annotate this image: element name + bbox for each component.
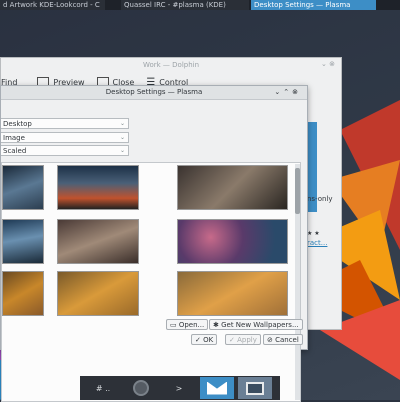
terminal-icon: # .. <box>95 383 111 393</box>
wallpaper-thumb-leaf-3[interactable] <box>177 271 288 316</box>
mail-icon <box>207 381 227 395</box>
dialog-titlebar: Desktop Settings — Plasma ⌄⌃⊗ <box>1 86 307 100</box>
chevron-down-icon[interactable]: ⌄ <box>321 60 327 68</box>
cancel-icon: ⊘ <box>267 336 276 344</box>
close-icon[interactable]: ⊗ <box>329 60 335 68</box>
ok-button[interactable]: ✓ OK <box>191 334 218 345</box>
cancel-label: Cancel <box>275 336 299 344</box>
panel-item-window[interactable] <box>238 377 272 399</box>
task-quassel[interactable]: Quassel IRC - #plasma (KDE) <box>121 0 249 10</box>
top-taskbar: d Artwork KDE-Lookcord - C Quassel IRC -… <box>0 0 400 10</box>
get-new-label: Get New Wallpapers... <box>221 321 299 329</box>
chevron-down-icon: ⌄ <box>119 147 125 154</box>
wallpaper-grid <box>1 162 301 402</box>
prompt-icon: > <box>175 383 183 393</box>
open-button[interactable]: ▭ Open... <box>166 319 209 330</box>
scrollbar-handle[interactable] <box>295 168 300 214</box>
panel-item-disc[interactable] <box>124 377 158 399</box>
dialog-title: Desktop Settings — Plasma <box>105 88 203 96</box>
chevron-down-icon: ⌄ <box>119 134 125 141</box>
wallpaper-thumb-cups[interactable] <box>177 219 288 264</box>
wallpaper-thumb-city-night[interactable] <box>57 165 139 210</box>
ok-label: OK <box>203 336 214 344</box>
dolphin-rating-stars: ★ ★ <box>307 230 320 237</box>
wallpaper-thumb-city-2[interactable] <box>2 219 44 264</box>
wallpaper-thumb-buildings-up[interactable] <box>177 165 288 210</box>
positioning-combo[interactable]: Scaled ⌄ <box>1 145 129 156</box>
layout-combo-value: Desktop <box>3 120 32 128</box>
wallpaper-type-combo[interactable]: Image ⌄ <box>1 132 129 143</box>
close-icon[interactable]: ⊗ <box>292 88 301 96</box>
chevron-down-icon: ⌄ <box>119 120 125 127</box>
wallpaper-scrollbar[interactable] <box>295 164 300 400</box>
wallpaper-thumb-leaf-1[interactable] <box>2 271 44 316</box>
disc-icon <box>133 380 149 396</box>
chevron-up-icon[interactable]: ⌃ <box>283 88 292 96</box>
panel-item-konsole[interactable]: > <box>162 377 196 399</box>
get-new-wallpapers-button[interactable]: ✱ Get New Wallpapers... <box>209 319 303 330</box>
bottom-panel: # .. > <box>80 376 280 400</box>
dolphin-window-buttons[interactable]: ⌄ ⊗ <box>321 60 335 68</box>
folder-icon: ▭ <box>170 321 179 329</box>
check-icon: ✓ <box>195 336 204 344</box>
dialog-window-buttons[interactable]: ⌄⌃⊗ <box>274 86 301 99</box>
desktop-settings-dialog: Desktop Settings — Plasma ⌄⌃⊗ Desktop ⌄ … <box>0 85 308 402</box>
wallpaper-thumb-city-1[interactable] <box>2 165 44 210</box>
window-icon <box>246 381 264 395</box>
cancel-button[interactable]: ⊘ Cancel <box>263 334 303 345</box>
dolphin-side-link[interactable]: ract... <box>307 239 341 247</box>
apply-label: Apply <box>237 336 257 344</box>
panel-item-mail[interactable] <box>200 377 234 399</box>
dolphin-title: Work — Dolphin <box>142 61 200 69</box>
layout-combo[interactable]: Desktop ⌄ <box>1 118 129 129</box>
dolphin-side-text: ns-only <box>307 195 333 203</box>
task-artwork[interactable]: d Artwork KDE-Lookcord - C <box>0 0 105 10</box>
task-desktop-settings[interactable]: Desktop Settings — Plasma <box>251 0 376 10</box>
wallpaper-thumb-leaf-2[interactable] <box>57 271 139 316</box>
wallpaper-thumb-towers[interactable] <box>57 219 139 264</box>
open-label: Open... <box>178 321 205 329</box>
check-icon: ✓ <box>229 336 238 344</box>
apply-button[interactable]: ✓ Apply <box>225 334 261 345</box>
chevron-down-icon[interactable]: ⌄ <box>274 88 283 96</box>
download-icon: ✱ <box>213 321 222 329</box>
positioning-value: Scaled <box>3 147 27 155</box>
wallpaper-type-value: Image <box>3 134 25 142</box>
panel-item-terminal[interactable]: # .. <box>86 377 120 399</box>
